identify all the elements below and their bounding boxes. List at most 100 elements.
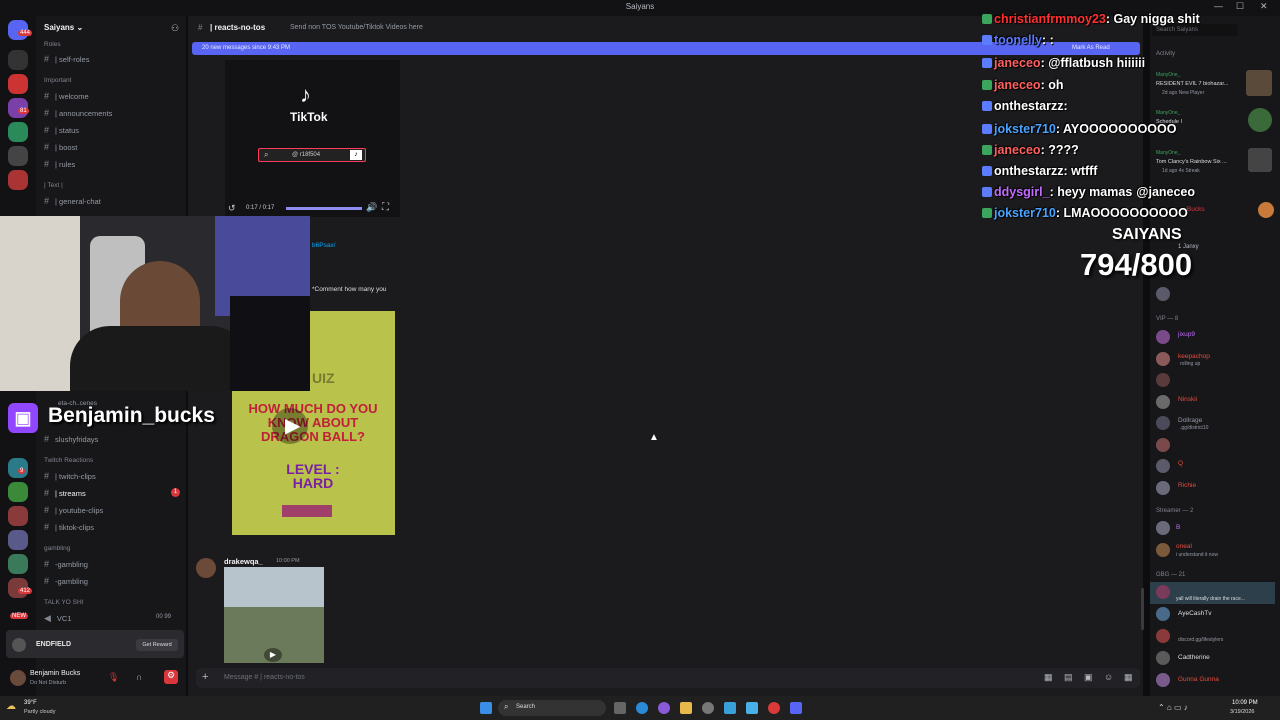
headphones-icon[interactable]: ∩	[136, 672, 142, 682]
avatar[interactable]	[1156, 651, 1170, 665]
gift-icon[interactable]: ▦	[1044, 672, 1053, 683]
tiktok-embed[interactable]	[225, 60, 400, 217]
app-icon[interactable]	[724, 702, 736, 714]
avatar[interactable]	[1156, 521, 1170, 535]
message-author[interactable]: drakewqa_	[224, 557, 263, 566]
channel-status[interactable]: # | status	[44, 125, 79, 135]
minimize-icon[interactable]: —	[1214, 1, 1223, 11]
avatar[interactable]	[10, 670, 26, 686]
app-icon[interactable]	[746, 702, 758, 714]
channel-streams[interactable]: # | streams	[44, 488, 86, 498]
channel-slushyfridays[interactable]: # slushyfridays	[44, 434, 98, 444]
channel-youtube-clips[interactable]: # | youtube-clips	[44, 505, 103, 515]
channel-boost[interactable]: # | boost	[44, 142, 77, 152]
channel-gambling[interactable]: # -gambling	[44, 576, 88, 586]
message-composer[interactable]	[196, 668, 1140, 688]
avatar[interactable]	[1156, 394, 1170, 409]
apps-icon[interactable]: ▦	[1124, 672, 1133, 683]
channel-gambling[interactable]: # -gambling	[44, 559, 88, 569]
server-icon[interactable]	[8, 554, 28, 574]
server-icon[interactable]	[8, 506, 28, 526]
category-text[interactable]: | Text |	[44, 182, 63, 189]
file-explorer-icon[interactable]	[680, 702, 692, 714]
avatar[interactable]	[1156, 351, 1170, 366]
server-icon[interactable]	[8, 146, 28, 166]
system-tray-icons[interactable]: ⌃ ⌂ ▭ ♪	[1158, 703, 1188, 712]
link-fragment[interactable]: b6Psax/	[312, 242, 336, 249]
avatar[interactable]	[1156, 373, 1170, 387]
add-member-icon[interactable]: ⚇	[171, 23, 179, 34]
member-name[interactable]: Ninskii	[1178, 396, 1197, 403]
member-name[interactable]: B	[1176, 524, 1180, 531]
chrome-icon[interactable]	[768, 702, 780, 714]
member-name[interactable]: Dollrage	[1178, 417, 1202, 424]
mark-as-read-button[interactable]: Mark As Read	[1072, 45, 1110, 51]
avatar[interactable]	[1156, 330, 1170, 344]
avatar[interactable]	[1156, 459, 1170, 473]
settings-icon[interactable]	[702, 702, 714, 714]
mute-mic-icon[interactable]: 🎙	[108, 672, 119, 683]
server-icon[interactable]	[8, 122, 28, 142]
avatar[interactable]	[1156, 287, 1170, 301]
avatar[interactable]	[1156, 585, 1170, 599]
channel-twitch-clips[interactable]: # | twitch-clips	[44, 471, 96, 481]
copilot-icon[interactable]	[658, 702, 670, 714]
scrollbar[interactable]	[1141, 588, 1144, 630]
channel-self-roles[interactable]: # | self-roles	[44, 54, 89, 64]
avatar[interactable]	[1156, 437, 1170, 452]
avatar[interactable]	[1156, 673, 1170, 687]
channel-tiktok-clips[interactable]: # | tiktok-clips	[44, 522, 94, 532]
activity-name[interactable]: ManyOne_	[1156, 72, 1180, 78]
message-input[interactable]: Message # | reacts-no-tos	[224, 674, 305, 681]
avatar[interactable]	[1156, 629, 1170, 643]
server-name[interactable]: Saiyans ⌄	[44, 23, 83, 32]
windows-start-icon[interactable]	[480, 702, 492, 714]
member-name[interactable]: AyeCashTv	[1178, 610, 1211, 617]
play-icon[interactable]: ▶	[264, 648, 282, 662]
activity-name[interactable]: ManyOne_	[1156, 150, 1180, 156]
add-attachment-icon[interactable]: +	[202, 671, 208, 683]
member-name[interactable]: keepachop	[1178, 353, 1210, 360]
avatar[interactable]	[1258, 202, 1274, 218]
member-name[interactable]: oneal	[1176, 543, 1192, 550]
maximize-icon[interactable]: ☐	[1236, 1, 1244, 12]
channel-announcements[interactable]: # | announcements	[44, 108, 112, 118]
category-twitch-reactions[interactable]: Twitch Reactions	[44, 457, 93, 464]
emoji-icon[interactable]: ☺	[1104, 672, 1113, 682]
user-name[interactable]: Benjamin Bucks	[30, 670, 80, 677]
avatar[interactable]	[1156, 416, 1170, 430]
roles-label[interactable]: Roles	[44, 41, 61, 48]
replay-icon[interactable]: ↺	[228, 203, 236, 214]
category-important[interactable]: Important	[44, 77, 71, 84]
close-icon[interactable]: ✕	[1260, 1, 1268, 12]
server-icon[interactable]	[8, 530, 28, 550]
get-reward-button[interactable]: Get Reward	[136, 639, 178, 651]
avatar[interactable]	[1156, 543, 1170, 557]
gear-icon[interactable]: ⚙	[164, 670, 178, 684]
voice-channel-vc1[interactable]: ◀ VC1	[44, 613, 72, 624]
fullscreen-icon[interactable]: ⛶	[382, 202, 389, 213]
video-progress[interactable]	[286, 207, 362, 210]
server-icon[interactable]	[8, 170, 28, 190]
server-icon[interactable]	[8, 74, 28, 94]
volume-icon[interactable]: 🔊	[366, 202, 377, 213]
activity-name[interactable]: ManyOne_	[1156, 110, 1180, 116]
member-name[interactable]: Q	[1178, 460, 1183, 467]
sticker-icon[interactable]: ▣	[1084, 672, 1093, 683]
avatar[interactable]	[196, 558, 216, 578]
channel-rules[interactable]: # | rules	[44, 159, 75, 169]
channel-general-chat[interactable]: # | general-chat	[44, 196, 101, 206]
category-gambling[interactable]: gambling	[44, 545, 70, 552]
weather-icon[interactable]: ☁	[6, 701, 16, 712]
category-voice[interactable]: TALK YO SHI	[44, 599, 84, 606]
gif-icon[interactable]: ▤	[1064, 672, 1073, 683]
server-icon[interactable]	[8, 482, 28, 502]
member-name[interactable]: Richie	[1178, 482, 1196, 489]
avatar[interactable]	[1156, 480, 1170, 495]
avatar[interactable]	[1156, 607, 1170, 621]
edge-icon[interactable]	[636, 702, 648, 714]
member-name[interactable]: Gunna Gunna	[1178, 676, 1219, 683]
channel-welcome[interactable]: # | welcome	[44, 91, 89, 101]
discord-icon[interactable]	[790, 702, 802, 714]
member-name[interactable]: Cadtherine	[1178, 654, 1210, 661]
